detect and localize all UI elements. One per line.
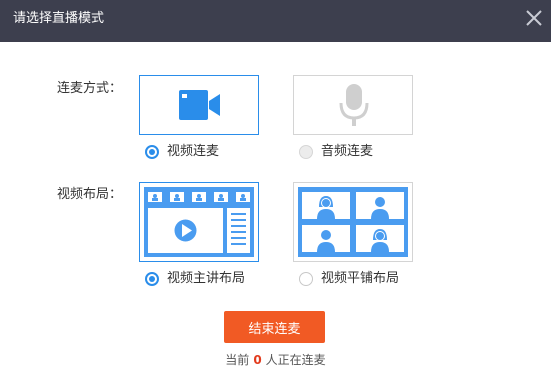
tiled-layout-label: 视频平铺布局 xyxy=(321,271,400,286)
video-camera-icon xyxy=(179,90,220,120)
connect-count: 0 xyxy=(253,353,262,367)
presenter-layout-icon xyxy=(144,187,254,257)
presenter-layout-label: 视频主讲布局 xyxy=(167,271,246,286)
microphone-icon xyxy=(339,84,369,126)
tiled-layout-option[interactable]: 视频平铺布局 xyxy=(299,270,399,288)
tiled-layout-icon xyxy=(298,187,408,257)
video-layout-label: 视频布局： xyxy=(57,187,123,202)
audio-connect-radio[interactable] xyxy=(299,145,313,159)
status-suffix: 人正在连麦 xyxy=(265,353,326,367)
connect-mode-label: 连麦方式： xyxy=(57,81,123,96)
connect-status: 当前 0 人正在连麦 xyxy=(0,352,551,368)
video-connect-radio[interactable] xyxy=(145,145,159,159)
close-icon[interactable] xyxy=(524,8,544,28)
presenter-layout-radio[interactable] xyxy=(145,272,159,286)
tiled-layout-card[interactable] xyxy=(293,182,413,262)
presenter-layout-option[interactable]: 视频主讲布局 xyxy=(145,270,245,288)
audio-connect-label: 音频连麦 xyxy=(321,144,374,159)
audio-connect-card[interactable] xyxy=(293,75,413,135)
status-prefix: 当前 xyxy=(225,353,250,367)
video-connect-label: 视频连麦 xyxy=(167,144,220,159)
end-connect-button[interactable]: 结束连麦 xyxy=(224,311,325,343)
video-connect-option[interactable]: 视频连麦 xyxy=(145,143,219,161)
dialog-title: 请选择直播模式 xyxy=(13,11,105,26)
presenter-layout-card[interactable] xyxy=(139,182,259,262)
video-connect-card[interactable] xyxy=(139,75,259,135)
dialog-titlebar: 请选择直播模式 xyxy=(0,0,551,42)
audio-connect-option[interactable]: 音频连麦 xyxy=(299,143,373,161)
tiled-layout-radio[interactable] xyxy=(299,272,313,286)
